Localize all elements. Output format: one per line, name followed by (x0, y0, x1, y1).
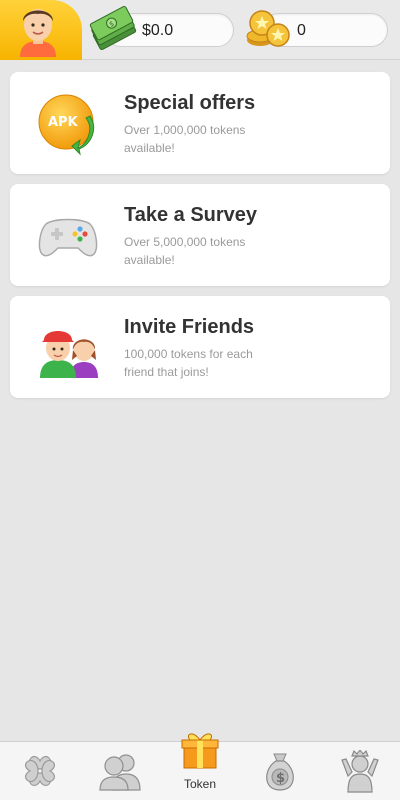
nav-people[interactable] (80, 742, 160, 800)
balance-value: $0.0 (142, 22, 174, 39)
people-icon (99, 754, 141, 791)
apk-download-icon: APK (38, 94, 94, 156)
card-subtitle: Over 1,000,000 tokens available! (124, 123, 246, 155)
nav-winner[interactable] (320, 742, 400, 800)
card-title: Invite Friends (124, 316, 255, 338)
gift-icon (181, 733, 219, 769)
friends-icon (40, 331, 98, 378)
nav-clover[interactable] (0, 742, 80, 800)
svg-text:APK: APK (48, 115, 79, 130)
nav-token[interactable]: Token (160, 733, 240, 800)
nav-money-bag[interactable]: $ (240, 742, 320, 800)
money-bag-icon: $ (266, 753, 294, 791)
card-subtitle: Over 5,000,000 tokens available! (124, 235, 246, 267)
bottom-navigation: Token $ (0, 733, 400, 800)
nav-token-label: Token (183, 777, 217, 791)
special-offers-card[interactable]: APK Special offers Over 1,000,000 tokens… (10, 72, 390, 174)
card-subtitle: 100,000 tokens for each friend that join… (124, 347, 253, 379)
gold-coins-icon (246, 10, 290, 47)
winner-icon (341, 750, 379, 793)
card-title: Special offers (124, 92, 256, 114)
clover-icon (24, 755, 56, 787)
take-survey-card[interactable]: Take a Survey Over 5,000,000 tokens avai… (10, 184, 390, 286)
profile-button[interactable] (0, 0, 82, 60)
card-title: Take a Survey (124, 204, 258, 226)
token-value: 0 (297, 22, 306, 39)
top-bar: $0.0 $ 0 (0, 0, 400, 60)
svg-text:$: $ (276, 771, 285, 786)
user-avatar-icon (20, 9, 56, 57)
cash-stack-icon: $ (89, 6, 137, 50)
invite-friends-card[interactable]: Invite Friends 100,000 tokens for each f… (10, 296, 390, 398)
gamepad-icon (38, 218, 98, 257)
